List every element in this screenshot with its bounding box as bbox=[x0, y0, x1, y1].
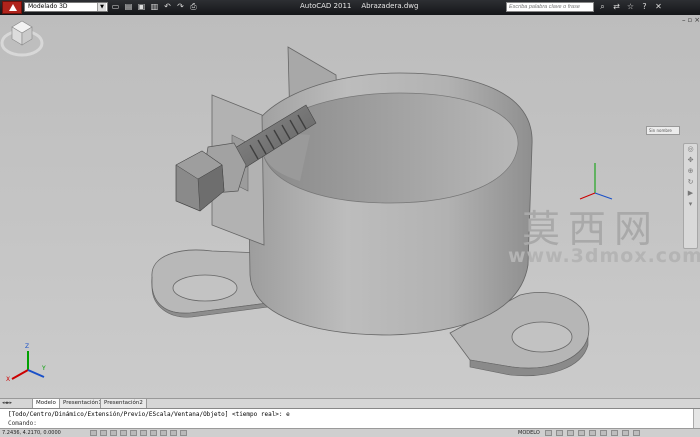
watermark-url: www.3dmox.com bbox=[508, 245, 700, 267]
grid-toggle[interactable] bbox=[100, 430, 107, 436]
otrack-toggle[interactable] bbox=[140, 430, 147, 436]
viewport-window-controls: – ▫ × bbox=[682, 16, 700, 24]
ortho-toggle[interactable] bbox=[110, 430, 117, 436]
minimize-icon[interactable]: – bbox=[682, 16, 686, 24]
isolate-icon[interactable] bbox=[622, 430, 629, 436]
left-foot-hole bbox=[172, 274, 238, 302]
window-title: AutoCAD 2011 Abrazadera.dwg bbox=[300, 2, 418, 10]
command-history: [Todo/Centro/Dinámico/Extensión/Previo/E… bbox=[8, 411, 290, 418]
saveas-icon[interactable]: ▥ bbox=[150, 2, 159, 11]
undo-icon[interactable]: ↶ bbox=[163, 2, 172, 11]
file-name: Abrazadera.dwg bbox=[361, 2, 419, 10]
command-prompt[interactable]: Comando: bbox=[8, 420, 37, 427]
dropdown-icon[interactable]: ▾ bbox=[684, 199, 697, 210]
app-menu-button[interactable] bbox=[2, 1, 22, 14]
clean-screen-icon[interactable] bbox=[633, 430, 640, 436]
showmotion-icon[interactable]: ▶ bbox=[684, 188, 697, 199]
chevron-down-icon: ▼ bbox=[97, 3, 106, 11]
steering-wheel-icon[interactable]: ◎ bbox=[684, 144, 697, 155]
qp-toggle[interactable] bbox=[180, 430, 187, 436]
ucs-icon: Z X Y bbox=[6, 343, 46, 383]
viewcube-ucs-menu[interactable]: Sin nombre bbox=[646, 126, 680, 135]
snap-toggle[interactable] bbox=[90, 430, 97, 436]
command-line[interactable]: [Todo/Centro/Dinámico/Extensión/Previo/E… bbox=[0, 408, 700, 429]
workspace-switch-icon[interactable] bbox=[600, 430, 607, 436]
workspace-selector[interactable]: Modelado 3D ▼ bbox=[24, 2, 108, 12]
workspace-label: Modelado 3D bbox=[28, 3, 68, 10]
window-close-icon[interactable]: ✕ bbox=[654, 2, 663, 12]
drawing-viewport[interactable]: Z X Y Sin nombre ◎ ✥ ⊕ ↻ ▶ ▾ 莫西网 www.3dm… bbox=[0, 15, 700, 398]
right-foot-hole bbox=[511, 321, 573, 353]
osnap-toggle[interactable] bbox=[130, 430, 137, 436]
new-icon[interactable]: ▭ bbox=[111, 2, 120, 11]
close-icon[interactable]: × bbox=[694, 16, 700, 24]
redo-icon[interactable]: ↷ bbox=[176, 2, 185, 11]
pan-status-icon[interactable] bbox=[567, 430, 574, 436]
quick-view-layouts-icon[interactable] bbox=[545, 430, 552, 436]
tab-scroll-arrows[interactable]: ◂◂▸▸ bbox=[2, 400, 12, 406]
annotation-scale-icon[interactable] bbox=[589, 430, 596, 436]
star-icon[interactable]: ☆ bbox=[626, 2, 635, 12]
navigation-bar: ◎ ✥ ⊕ ↻ ▶ ▾ bbox=[683, 143, 698, 249]
ucs-z-label: Z bbox=[25, 343, 29, 350]
title-bar: Modelado 3D ▼ ▭ ▤ ▣ ▥ ↶ ↷ ⎙ AutoCAD 2011… bbox=[0, 0, 700, 15]
lwt-toggle[interactable] bbox=[170, 430, 177, 436]
plot-icon[interactable]: ⎙ bbox=[189, 2, 198, 11]
restore-icon[interactable]: ▫ bbox=[688, 16, 693, 24]
ducs-toggle[interactable] bbox=[150, 430, 157, 436]
zoom-icon[interactable]: ⊕ bbox=[684, 166, 697, 177]
dyn-toggle[interactable] bbox=[160, 430, 167, 436]
lock-icon[interactable] bbox=[611, 430, 618, 436]
orbit-icon[interactable]: ↻ bbox=[684, 177, 697, 188]
ucs-y-label: Y bbox=[41, 365, 46, 372]
quick-view-drawings-icon[interactable] bbox=[556, 430, 563, 436]
info-center-icons: ⌕ ⇄ ☆ ? ✕ bbox=[598, 2, 663, 12]
quick-access-toolbar: ▭ ▤ ▣ ▥ ↶ ↷ ⎙ bbox=[111, 2, 198, 12]
viewcube[interactable] bbox=[0, 15, 44, 59]
polar-toggle[interactable] bbox=[120, 430, 127, 436]
drafting-toggles bbox=[90, 430, 187, 436]
command-scrollbar[interactable] bbox=[693, 409, 700, 429]
pan-icon[interactable]: ✥ bbox=[684, 155, 697, 166]
binoculars-icon[interactable]: ⌕ bbox=[598, 2, 607, 12]
open-icon[interactable]: ▤ bbox=[124, 2, 133, 11]
crosshair-cursor bbox=[579, 163, 613, 200]
exchange-icon[interactable]: ⇄ bbox=[612, 2, 621, 12]
help-icon[interactable]: ? bbox=[640, 2, 649, 12]
status-tray bbox=[545, 430, 640, 436]
save-icon[interactable]: ▣ bbox=[137, 2, 146, 11]
zoom-status-icon[interactable] bbox=[578, 430, 585, 436]
ucs-x-label: X bbox=[6, 376, 10, 383]
app-name: AutoCAD 2011 bbox=[300, 2, 352, 10]
search-input[interactable] bbox=[506, 2, 594, 12]
